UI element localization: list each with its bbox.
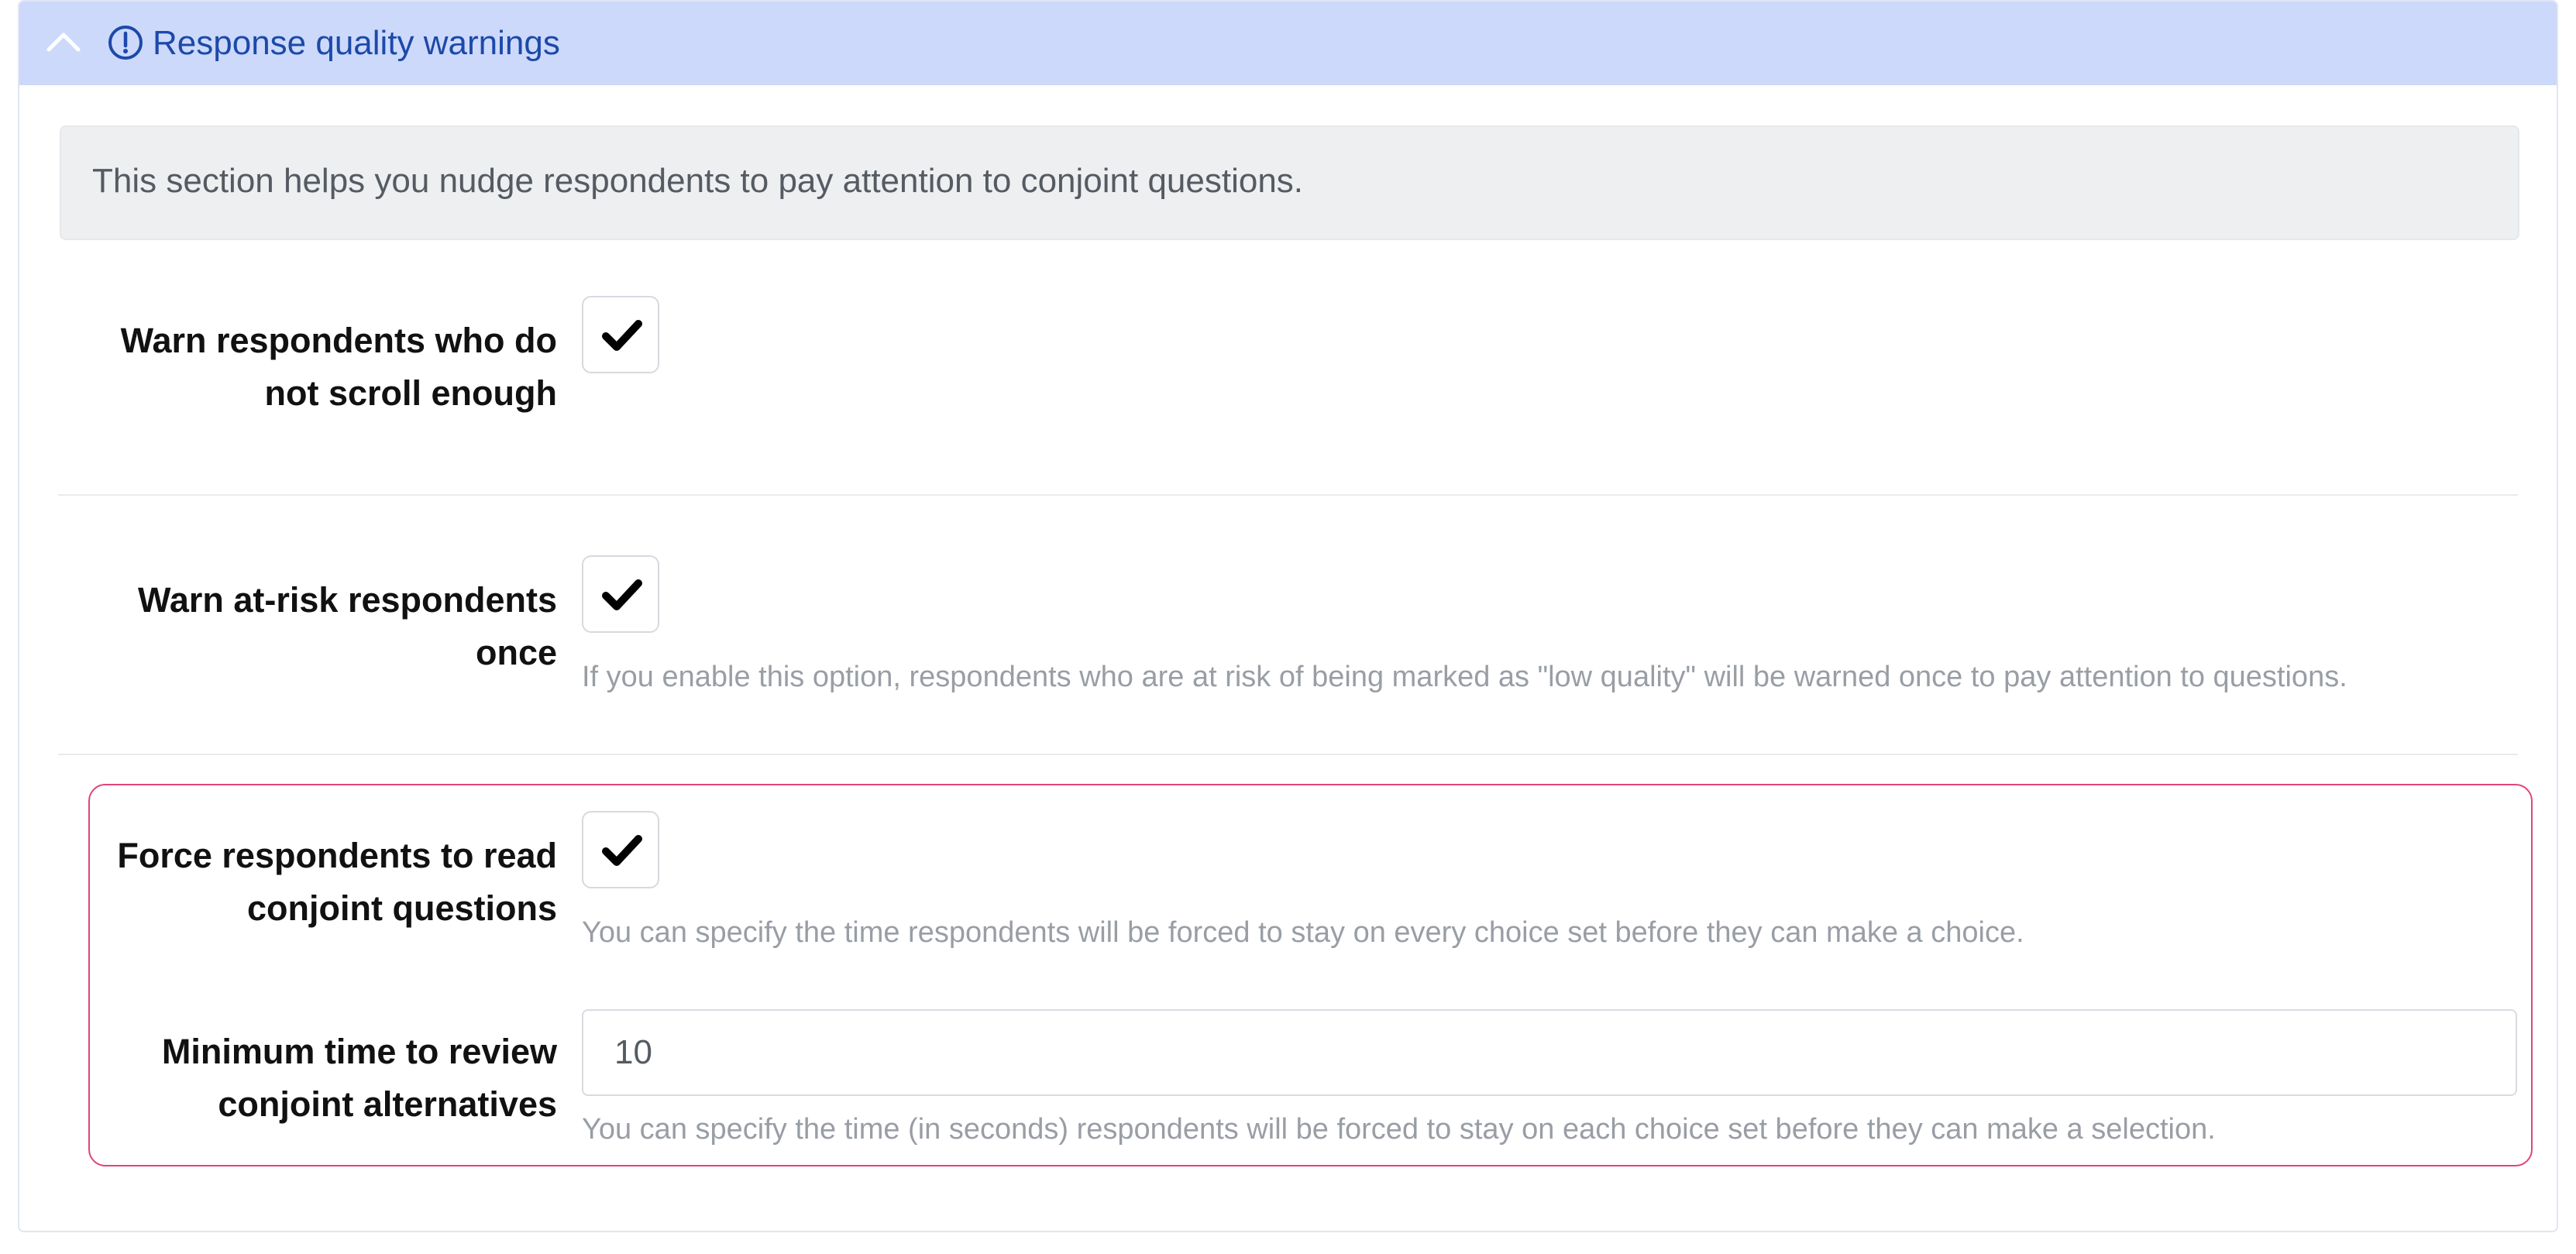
scroll-warning-checkbox[interactable] — [582, 296, 659, 373]
at-risk-warning-help: If you enable this option, respondents w… — [582, 661, 2347, 693]
info-callout: This section helps you nudge respondents… — [60, 125, 2519, 240]
scroll-warning-label-line1: Warn respondents who do — [120, 321, 557, 360]
alert-circle-icon — [108, 25, 143, 60]
force-read-label: Force respondents to read conjoint quest… — [117, 830, 557, 935]
panel-title[interactable]: Response quality warnings — [153, 20, 560, 67]
checkmark-icon — [602, 835, 642, 866]
at-risk-warning-checkbox[interactable] — [582, 555, 659, 633]
checkmark-icon — [602, 579, 642, 610]
force-read-help: You can specify the time respondents wil… — [582, 916, 2024, 949]
min-review-time-label-line2: conjoint alternatives — [218, 1084, 557, 1124]
at-risk-warning-label-line1: Warn at-risk respondents — [138, 580, 557, 620]
min-review-time-help: You can specify the time (in seconds) re… — [582, 1113, 2216, 1146]
info-text: This section helps you nudge respondents… — [92, 162, 1304, 200]
scroll-warning-label-line2: not scroll enough — [264, 373, 558, 413]
force-read-label-line1: Force respondents to read — [117, 836, 557, 875]
at-risk-warning-label-line2: once — [475, 633, 557, 672]
min-review-time-label-line1: Minimum time to review — [161, 1032, 557, 1071]
divider — [58, 494, 2518, 496]
at-risk-warning-label: Warn at-risk respondents once — [138, 574, 557, 679]
force-read-label-line2: conjoint questions — [247, 888, 557, 928]
chevron-up-icon[interactable] — [43, 22, 84, 64]
divider — [58, 754, 2518, 755]
min-review-time-label: Minimum time to review conjoint alternat… — [162, 1026, 557, 1131]
scroll-warning-label: Warn respondents who do not scroll enoug… — [121, 314, 557, 420]
min-review-time-input[interactable] — [582, 1009, 2517, 1096]
panel-header[interactable]: Response quality warnings — [19, 2, 2557, 85]
checkmark-icon — [602, 320, 642, 351]
force-read-checkbox[interactable] — [582, 811, 659, 888]
